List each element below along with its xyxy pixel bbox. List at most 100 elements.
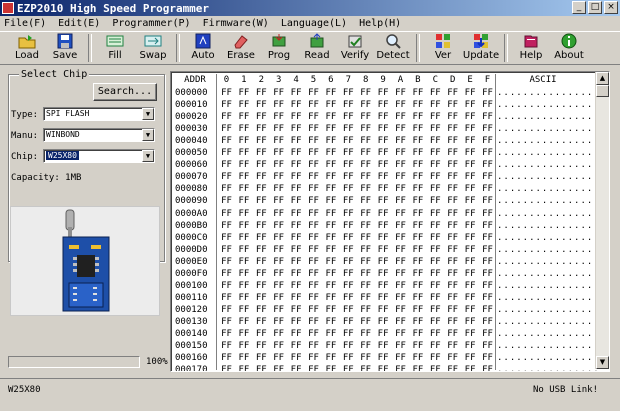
save-button[interactable]: Save: [46, 32, 84, 64]
hex-cell[interactable]: FF: [270, 256, 287, 268]
load-button[interactable]: Load: [8, 32, 46, 64]
menu-language[interactable]: Language(L): [277, 18, 355, 29]
hex-cell[interactable]: FF: [409, 292, 426, 304]
hex-cell[interactable]: FF: [409, 352, 426, 364]
hex-cell[interactable]: FF: [305, 135, 322, 147]
hex-cell[interactable]: FF: [253, 111, 270, 123]
hex-cell[interactable]: FF: [375, 292, 392, 304]
hex-cell[interactable]: FF: [218, 195, 235, 207]
hex-cell[interactable]: FF: [375, 87, 392, 99]
hex-cell[interactable]: FF: [444, 328, 461, 340]
hex-cell[interactable]: FF: [409, 171, 426, 183]
prog-button[interactable]: Prog: [260, 32, 298, 64]
hex-cell[interactable]: FF: [479, 147, 496, 159]
hex-cell[interactable]: FF: [427, 123, 444, 135]
hex-cell[interactable]: FF: [479, 328, 496, 340]
hex-cell[interactable]: FF: [235, 304, 252, 316]
hex-cell[interactable]: FF: [340, 123, 357, 135]
hex-cell[interactable]: FF: [253, 256, 270, 268]
hex-cell[interactable]: FF: [392, 135, 409, 147]
hex-cell[interactable]: FF: [409, 123, 426, 135]
hex-cell[interactable]: FF: [253, 135, 270, 147]
close-button[interactable]: ×: [604, 1, 618, 14]
hex-cell[interactable]: FF: [235, 232, 252, 244]
hex-cell[interactable]: FF: [427, 135, 444, 147]
hex-cell[interactable]: FF: [462, 195, 479, 207]
hex-cell[interactable]: FF: [392, 220, 409, 232]
hex-cell[interactable]: FF: [322, 268, 339, 280]
scroll-up-icon[interactable]: ▲: [596, 72, 609, 85]
hex-cell[interactable]: FF: [462, 364, 479, 371]
hex-cell[interactable]: FF: [462, 340, 479, 352]
hex-cell[interactable]: FF: [305, 220, 322, 232]
hex-cell[interactable]: FF: [427, 244, 444, 256]
menu-firmware[interactable]: Firmware(W): [199, 18, 277, 29]
hex-cell[interactable]: FF: [288, 87, 305, 99]
hex-cell[interactable]: FF: [340, 135, 357, 147]
hex-cell[interactable]: FF: [427, 268, 444, 280]
hex-cell[interactable]: FF: [357, 208, 374, 220]
hex-cell[interactable]: FF: [479, 364, 496, 371]
hex-cell[interactable]: FF: [409, 135, 426, 147]
hex-cell[interactable]: FF: [253, 304, 270, 316]
hex-cell[interactable]: FF: [270, 268, 287, 280]
hex-cell[interactable]: FF: [253, 171, 270, 183]
hex-cell[interactable]: FF: [444, 280, 461, 292]
hex-cell[interactable]: FF: [427, 280, 444, 292]
minimize-button[interactable]: _: [572, 1, 586, 14]
menu-file[interactable]: File(F): [0, 18, 54, 29]
about-button[interactable]: About: [550, 32, 588, 64]
hex-cell[interactable]: FF: [462, 159, 479, 171]
hex-cell[interactable]: FF: [235, 135, 252, 147]
hex-cell[interactable]: FF: [322, 340, 339, 352]
hex-cell[interactable]: FF: [235, 208, 252, 220]
menu-edit[interactable]: Edit(E): [54, 18, 108, 29]
hex-cell[interactable]: FF: [270, 147, 287, 159]
hex-cell[interactable]: FF: [253, 328, 270, 340]
hex-cell[interactable]: FF: [427, 171, 444, 183]
hex-cell[interactable]: FF: [427, 256, 444, 268]
hex-cell[interactable]: FF: [357, 123, 374, 135]
hex-cell[interactable]: FF: [218, 244, 235, 256]
hex-cell[interactable]: FF: [253, 232, 270, 244]
hex-cell[interactable]: FF: [340, 304, 357, 316]
hex-cell[interactable]: FF: [322, 304, 339, 316]
hex-cell[interactable]: FF: [462, 99, 479, 111]
hex-cell[interactable]: FF: [409, 364, 426, 371]
hex-cell[interactable]: FF: [235, 195, 252, 207]
hex-cell[interactable]: FF: [305, 340, 322, 352]
hex-cell[interactable]: FF: [270, 208, 287, 220]
hex-cell[interactable]: FF: [462, 280, 479, 292]
hex-cell[interactable]: FF: [218, 111, 235, 123]
hex-cell[interactable]: FF: [218, 208, 235, 220]
hex-cell[interactable]: FF: [375, 220, 392, 232]
hex-cell[interactable]: FF: [392, 364, 409, 371]
hex-cell[interactable]: FF: [357, 292, 374, 304]
hex-cell[interactable]: FF: [409, 208, 426, 220]
hex-cell[interactable]: FF: [462, 111, 479, 123]
hex-cell[interactable]: FF: [444, 340, 461, 352]
hex-cell[interactable]: FF: [427, 147, 444, 159]
hex-cell[interactable]: FF: [462, 171, 479, 183]
hex-cell[interactable]: FF: [235, 268, 252, 280]
hex-cell[interactable]: FF: [479, 268, 496, 280]
hex-cell[interactable]: FF: [444, 268, 461, 280]
hex-cell[interactable]: FF: [305, 328, 322, 340]
hex-cell[interactable]: FF: [357, 244, 374, 256]
hex-cell[interactable]: FF: [340, 244, 357, 256]
hex-cell[interactable]: FF: [427, 304, 444, 316]
verify-button[interactable]: Verify: [336, 32, 374, 64]
hex-cell[interactable]: FF: [322, 292, 339, 304]
hex-cell[interactable]: FF: [218, 268, 235, 280]
hex-cell[interactable]: FF: [392, 292, 409, 304]
hex-cell[interactable]: FF: [375, 183, 392, 195]
detect-button[interactable]: Detect: [374, 32, 412, 64]
hex-cell[interactable]: FF: [305, 244, 322, 256]
hex-cell[interactable]: FF: [444, 364, 461, 371]
hex-cell[interactable]: FF: [270, 87, 287, 99]
hex-cell[interactable]: FF: [253, 340, 270, 352]
hex-cell[interactable]: FF: [322, 244, 339, 256]
hex-cell[interactable]: FF: [392, 183, 409, 195]
hex-cell[interactable]: FF: [235, 123, 252, 135]
hex-cell[interactable]: FF: [253, 292, 270, 304]
